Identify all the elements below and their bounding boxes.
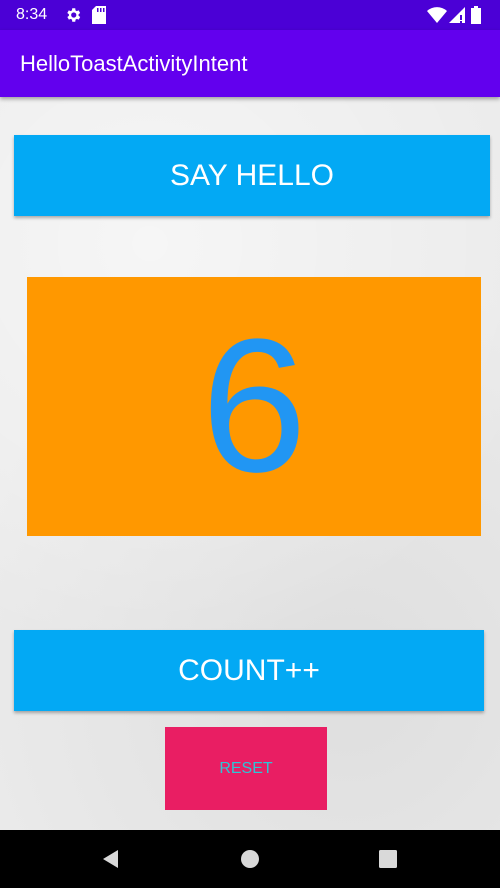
back-icon[interactable] bbox=[99, 847, 123, 871]
say-hello-button[interactable]: SAY HELLO bbox=[14, 135, 490, 216]
status-time: 8:34 bbox=[16, 6, 48, 23]
app-title: HelloToastActivityIntent bbox=[20, 51, 248, 76]
navigation-bar bbox=[0, 830, 500, 888]
count-value: 6 bbox=[201, 300, 307, 512]
count-button[interactable]: COUNT++ bbox=[14, 630, 484, 711]
home-icon[interactable] bbox=[238, 847, 262, 871]
battery-icon bbox=[471, 6, 481, 24]
reset-button[interactable]: RESET bbox=[165, 727, 327, 810]
signal-icon bbox=[449, 7, 465, 23]
recents-icon[interactable] bbox=[376, 847, 400, 871]
sd-card-icon bbox=[92, 6, 106, 24]
wifi-icon bbox=[427, 7, 447, 23]
phone-screen: 8:34 HelloToastActivityIntent SAY HELLO bbox=[0, 0, 500, 888]
app-bar: HelloToastActivityIntent bbox=[0, 30, 500, 97]
count-display: 6 bbox=[27, 277, 481, 536]
status-bar: 8:34 bbox=[0, 0, 500, 30]
gear-icon bbox=[67, 8, 81, 22]
main-content: SAY HELLO 6 COUNT++ RESET bbox=[0, 97, 500, 830]
